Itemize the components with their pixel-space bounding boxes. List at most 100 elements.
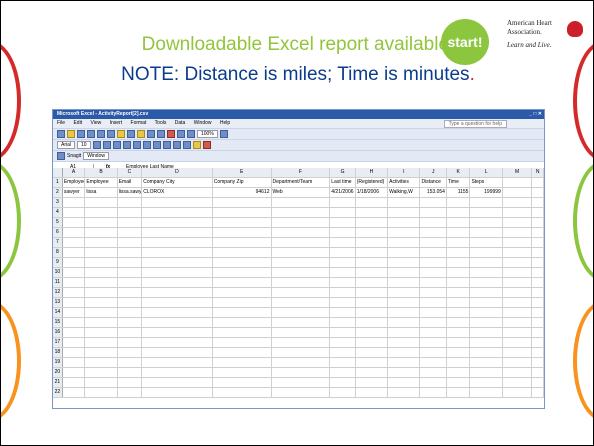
cell[interactable] — [420, 328, 447, 337]
cell[interactable] — [532, 248, 544, 257]
cell[interactable]: Web — [272, 188, 331, 197]
cell[interactable] — [447, 228, 471, 237]
cell[interactable] — [447, 278, 471, 287]
cell[interactable] — [532, 258, 544, 267]
cell[interactable] — [447, 288, 471, 297]
cell[interactable] — [388, 258, 421, 267]
cell[interactable] — [420, 208, 447, 217]
row-header[interactable] — [53, 168, 63, 177]
cell[interactable] — [272, 228, 331, 237]
bold-icon[interactable] — [92, 141, 101, 149]
row-header[interactable]: 11 — [53, 278, 63, 287]
window-controls-icon[interactable]: _ □ ✕ — [529, 110, 542, 119]
cell[interactable] — [272, 208, 331, 217]
cell[interactable] — [85, 338, 118, 347]
cell[interactable] — [118, 218, 143, 227]
cell[interactable] — [503, 268, 533, 277]
cell[interactable] — [503, 348, 533, 357]
cell[interactable] — [388, 378, 421, 387]
cell[interactable] — [142, 198, 213, 207]
cell[interactable] — [85, 298, 118, 307]
cell[interactable] — [118, 238, 143, 247]
cell[interactable] — [532, 238, 544, 247]
cell[interactable] — [213, 278, 272, 287]
column-header[interactable]: L — [470, 168, 503, 177]
open-icon[interactable] — [67, 130, 75, 138]
cell[interactable] — [63, 348, 86, 357]
sort-icon[interactable] — [177, 130, 185, 138]
cell[interactable] — [142, 258, 213, 267]
cell[interactable] — [272, 218, 331, 227]
cell[interactable] — [532, 348, 544, 357]
cell[interactable] — [272, 198, 331, 207]
cell[interactable] — [142, 338, 213, 347]
cell[interactable] — [330, 248, 356, 257]
cell[interactable] — [63, 268, 86, 277]
cell[interactable] — [420, 338, 447, 347]
cell[interactable]: 199999 — [470, 188, 503, 197]
cell[interactable] — [213, 368, 272, 377]
cell[interactable] — [142, 298, 213, 307]
cell[interactable] — [85, 248, 118, 257]
row-header[interactable]: 12 — [53, 288, 63, 297]
undo-icon[interactable] — [147, 130, 155, 138]
cell[interactable] — [503, 318, 533, 327]
cell[interactable] — [85, 388, 118, 397]
cell[interactable] — [447, 318, 471, 327]
cell[interactable] — [388, 218, 421, 227]
cell[interactable] — [142, 278, 213, 287]
cell[interactable] — [330, 278, 356, 287]
cell[interactable] — [532, 368, 544, 377]
cell[interactable] — [85, 378, 118, 387]
cell[interactable] — [470, 268, 503, 277]
cell[interactable] — [420, 318, 447, 327]
cell[interactable] — [447, 268, 471, 277]
cell[interactable]: Department/Team — [272, 178, 331, 187]
cell[interactable] — [470, 258, 503, 267]
cell[interactable] — [388, 358, 421, 367]
cell[interactable] — [470, 238, 503, 247]
cell[interactable] — [272, 338, 331, 347]
cell[interactable] — [63, 228, 86, 237]
cell[interactable] — [142, 208, 213, 217]
cell[interactable] — [142, 348, 213, 357]
align-center-icon[interactable] — [132, 141, 141, 149]
cell[interactable] — [388, 328, 421, 337]
row-header[interactable]: 16 — [53, 328, 63, 337]
italic-icon[interactable] — [102, 141, 111, 149]
cell[interactable] — [356, 268, 389, 277]
cell[interactable] — [388, 388, 421, 397]
font-name-select[interactable]: Arial — [57, 141, 76, 149]
cell[interactable] — [118, 268, 143, 277]
cell[interactable] — [503, 338, 533, 347]
cell[interactable] — [85, 208, 118, 217]
cell[interactable] — [447, 258, 471, 267]
cell[interactable] — [85, 368, 118, 377]
cell[interactable] — [420, 358, 447, 367]
cell[interactable] — [213, 218, 272, 227]
cell[interactable]: Email — [118, 178, 143, 187]
cell[interactable] — [118, 278, 143, 287]
cell[interactable] — [63, 388, 86, 397]
column-header[interactable]: C — [117, 168, 143, 177]
cell[interactable] — [356, 328, 389, 337]
cell[interactable] — [63, 198, 86, 207]
cell[interactable] — [63, 238, 86, 247]
cell[interactable] — [532, 338, 544, 347]
cell[interactable] — [532, 278, 544, 287]
new-icon[interactable] — [57, 130, 65, 138]
cell[interactable]: Employee — [63, 178, 86, 187]
cell[interactable] — [470, 368, 503, 377]
cell[interactable] — [356, 318, 389, 327]
cell[interactable] — [272, 268, 331, 277]
cell[interactable] — [503, 358, 533, 367]
cell[interactable] — [118, 198, 143, 207]
cell[interactable] — [330, 288, 356, 297]
cell[interactable] — [420, 248, 447, 257]
preview-icon[interactable] — [97, 130, 105, 138]
cell[interactable] — [63, 258, 86, 267]
cell[interactable]: 94612 — [213, 188, 272, 197]
cell[interactable] — [142, 318, 213, 327]
cell[interactable] — [356, 248, 389, 257]
cell[interactable] — [503, 238, 533, 247]
